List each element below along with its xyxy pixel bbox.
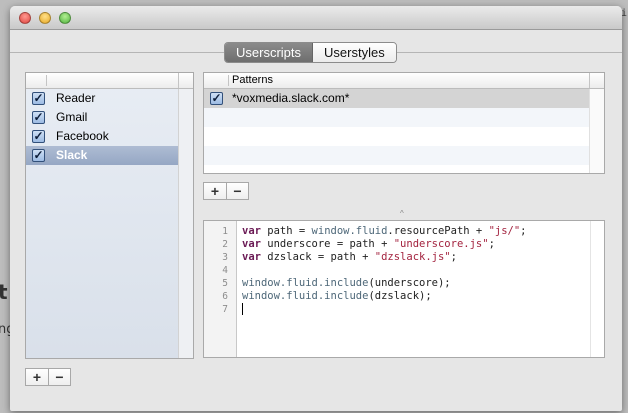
checkbox[interactable]: ✓	[32, 111, 45, 124]
empty-row	[204, 127, 589, 146]
code-token: "underscore.js"	[393, 238, 489, 250]
title-bar[interactable]	[10, 6, 622, 30]
list-item[interactable]: ✓ Facebook	[26, 127, 178, 146]
code-line	[242, 303, 527, 316]
code-line: var underscore = path + "underscore.js";	[242, 238, 527, 251]
code-token: underscore = path +	[260, 238, 394, 250]
checkbox[interactable]: ✓	[32, 149, 45, 162]
tab-userscripts[interactable]: Userscripts	[225, 43, 314, 62]
script-name: Reader	[56, 91, 96, 105]
code-token: "dzslack.js"	[374, 251, 451, 263]
script-name: Facebook	[56, 129, 109, 143]
scrollbar[interactable]	[178, 89, 193, 358]
checkbox[interactable]: ✓	[210, 92, 223, 105]
scrollbar[interactable]	[590, 221, 604, 357]
checkbox[interactable]: ✓	[32, 130, 45, 143]
pattern-buttons: + −	[203, 182, 249, 200]
list-item[interactable]: ✓ Reader	[26, 89, 178, 108]
list-item-selected[interactable]: ✓ Slack	[26, 146, 178, 165]
table-header: Patterns	[204, 73, 604, 89]
code-line: window.fluid.include(dzslack);	[242, 290, 527, 303]
tab-userstyles[interactable]: Userstyles	[313, 43, 396, 62]
checkbox[interactable]: ✓	[32, 92, 45, 105]
script-name: Slack	[56, 148, 88, 162]
code-line: var dzslack = path + "dzslack.js";	[242, 251, 527, 264]
empty-row	[204, 108, 589, 127]
line-number: 7	[222, 304, 228, 315]
empty-row	[204, 146, 589, 165]
code-token: .resourcePath +	[387, 225, 489, 237]
code-token: window.fluid	[311, 225, 388, 237]
line-number: 2	[222, 239, 228, 250]
code-line: var path = window.fluid.resourcePath + "…	[242, 225, 527, 238]
code-token: window.fluid.include	[242, 290, 369, 302]
code-token: var	[242, 225, 261, 237]
code-token: dzslack = path +	[260, 251, 375, 263]
pattern-text: *voxmedia.slack.com*	[232, 91, 350, 105]
scripts-list: ✓ Reader ✓ Gmail ✓ Facebook ✓ Slack	[25, 72, 194, 359]
code-token: window.fluid.include	[242, 277, 369, 289]
text-caret	[242, 303, 243, 315]
minimize-button[interactable]	[39, 12, 51, 24]
code-token: ;	[488, 238, 495, 250]
segmented-control: Userscripts Userstyles	[224, 42, 397, 63]
add-script-button[interactable]: +	[26, 369, 48, 385]
table-row-selected[interactable]: ✓ *voxmedia.slack.com*	[204, 89, 589, 108]
split-handle[interactable]: ^	[400, 209, 404, 218]
close-button[interactable]	[19, 12, 31, 24]
code-token: "js/"	[488, 225, 521, 237]
code-content[interactable]: var path = window.fluid.resourcePath + "…	[242, 225, 527, 316]
code-token: ;	[450, 251, 457, 263]
background-text-fragment: t	[0, 280, 8, 304]
remove-pattern-button[interactable]: −	[226, 183, 248, 199]
list-item[interactable]: ✓ Gmail	[26, 108, 178, 127]
code-token: (dzslack);	[368, 290, 432, 302]
userscripts-window: Userscripts Userstyles ✓ Reader ✓ Gmail ✓ F…	[10, 6, 622, 411]
code-editor[interactable]: 1 2 3 4 5 6 7 var path = window.fluid.resource…	[203, 220, 605, 358]
line-number: 6	[222, 291, 228, 302]
code-token: (underscore);	[368, 277, 451, 289]
zoom-button[interactable]	[59, 12, 71, 24]
code-token: ;	[520, 225, 527, 237]
script-name: Gmail	[56, 110, 88, 124]
table-header	[26, 73, 193, 89]
remove-script-button[interactable]: −	[48, 369, 70, 385]
line-number: 5	[222, 278, 228, 289]
scrollbar[interactable]	[589, 89, 604, 173]
code-line: window.fluid.include(underscore);	[242, 277, 527, 290]
line-number: 1	[222, 226, 228, 237]
code-token: var	[242, 251, 261, 263]
line-number-gutter: 1 2 3 4 5 6 7	[204, 221, 237, 357]
line-number: 4	[222, 265, 228, 276]
line-number: 3	[222, 252, 228, 263]
patterns-column-header[interactable]: Patterns	[232, 74, 273, 86]
code-token: path =	[260, 225, 312, 237]
code-token: var	[242, 238, 261, 250]
script-buttons: + −	[25, 368, 71, 386]
add-pattern-button[interactable]: +	[204, 183, 226, 199]
patterns-table: Patterns ✓ *voxmedia.slack.com*	[203, 72, 605, 174]
